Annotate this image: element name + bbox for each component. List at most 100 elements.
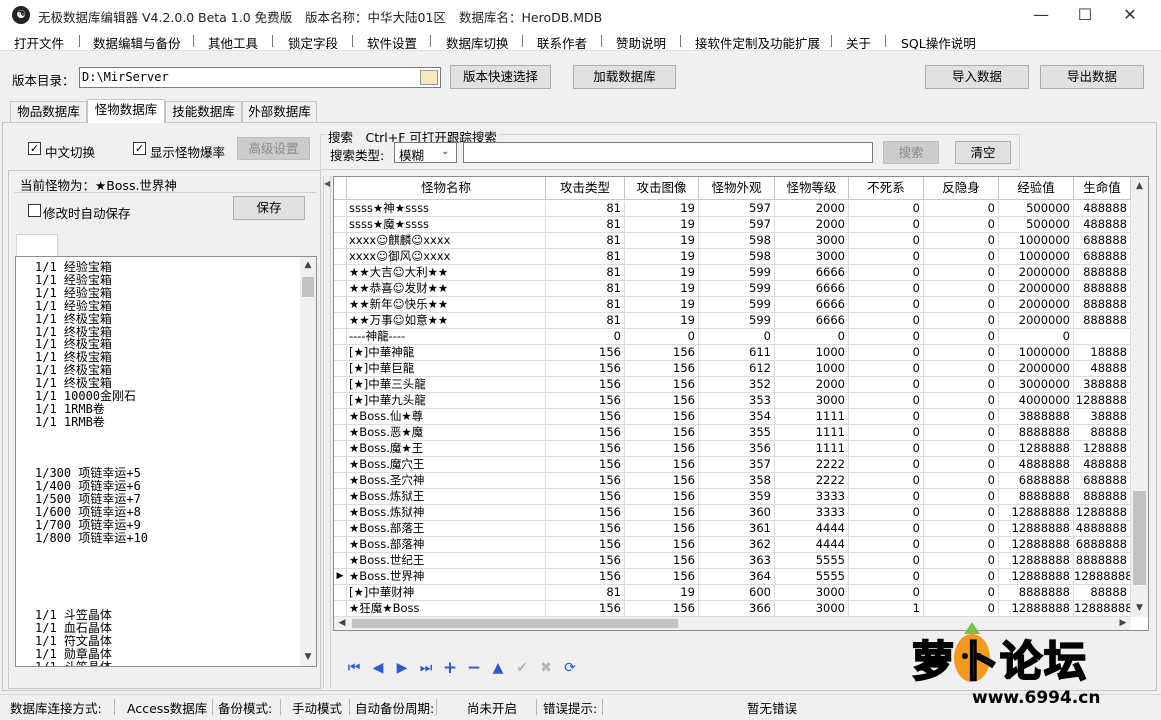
table-row[interactable]: ★Boss.魔穴王 156 156 357 2222 0 0 4888888 488888 [334, 457, 1131, 473]
table-row[interactable]: ★Boss.部落神 156 156 362 4444 0 0 12888888 6888888 [334, 537, 1131, 553]
nav-edit-icon[interactable]: ▲ [489, 660, 507, 678]
table-cell[interactable]: 1000 [775, 345, 849, 361]
table-row[interactable]: xxxx☺麒麟☺xxxx 81 19 598 3000 0 0 1000000 688888 [334, 233, 1131, 249]
table-cell[interactable]: 598 [699, 233, 775, 249]
advanced-settings-button[interactable]: 高级设置 [237, 137, 310, 160]
table-cell[interactable]: 156 [625, 521, 699, 537]
table-cell[interactable]: ★Boss.仙★尊 [347, 409, 546, 425]
menu-sponsor[interactable]: 赞助说明 [616, 33, 666, 52]
table-cell[interactable]: 88888 [1074, 585, 1131, 601]
table-cell[interactable]: 1288888 [1074, 505, 1131, 521]
table-cell[interactable]: 0 [924, 361, 999, 377]
show-drop-rate-checkbox[interactable]: ✓ [133, 142, 146, 155]
menu-lock-fields[interactable]: 锁定字段 [288, 33, 338, 52]
table-cell[interactable]: 6888888 [1074, 537, 1131, 553]
scroll-up-icon[interactable]: ▲ [1131, 179, 1148, 193]
table-cell[interactable]: 156 [625, 489, 699, 505]
table-cell[interactable]: 0 [924, 233, 999, 249]
table-cell[interactable]: [★]中華财神 [347, 585, 546, 601]
table-row[interactable]: ----神龍---- 0 0 0 0 0 0 0 [334, 329, 1131, 345]
table-cell[interactable]: 2000 [775, 377, 849, 393]
table-cell[interactable]: 363 [699, 553, 775, 569]
table-cell[interactable]: 156 [546, 393, 625, 409]
table-row[interactable]: [★]中華神龍 156 156 611 1000 0 0 1000000 18888 [334, 345, 1131, 361]
table-cell[interactable]: 0 [849, 249, 924, 265]
scroll-thumb[interactable] [352, 619, 678, 628]
tab-items[interactable]: 物品数据库 [10, 101, 87, 122]
scroll-down-icon[interactable]: ▼ [300, 650, 316, 664]
table-cell[interactable]: ----神龍---- [347, 329, 546, 345]
table-cell[interactable]: 0 [924, 473, 999, 489]
table-cell[interactable]: 81 [546, 297, 625, 313]
table-cell[interactable]: 2000000 [999, 313, 1074, 329]
tab-external[interactable]: 外部数据库 [242, 101, 317, 122]
table-cell[interactable]: 4444 [775, 521, 849, 537]
table-row[interactable]: [★]中華九头龍 156 156 353 3000 0 0 4000000 1288888 [334, 393, 1131, 409]
table-cell[interactable]: 0 [924, 313, 999, 329]
nav-delete-icon[interactable]: − [465, 660, 483, 678]
table-cell[interactable]: 355 [699, 425, 775, 441]
table-cell[interactable]: 81 [546, 201, 625, 217]
table-cell[interactable]: 0 [924, 393, 999, 409]
row-indicator[interactable] [334, 345, 347, 361]
table-cell[interactable]: 48888 [1074, 361, 1131, 377]
column-header[interactable]: 不死系 [849, 177, 924, 199]
table-cell[interactable]: 1288888 [1074, 393, 1131, 409]
table-cell[interactable]: 0 [849, 233, 924, 249]
table-cell[interactable]: 156 [546, 601, 625, 617]
table-cell[interactable]: 0 [924, 201, 999, 217]
table-cell[interactable]: 81 [546, 217, 625, 233]
scroll-down-icon[interactable]: ▼ [1131, 601, 1148, 615]
table-cell[interactable]: 0 [924, 297, 999, 313]
search-button[interactable]: 搜索 [883, 141, 939, 164]
table-cell[interactable]: 3000 [775, 233, 849, 249]
table-cell[interactable]: 353 [699, 393, 775, 409]
nav-next-icon[interactable]: ▶ [393, 660, 411, 678]
folder-icon[interactable] [420, 70, 438, 85]
table-cell[interactable]: 599 [699, 297, 775, 313]
table-cell[interactable]: 2000000 [999, 265, 1074, 281]
table-cell[interactable]: 500000 [999, 201, 1074, 217]
table-cell[interactable]: 0 [924, 505, 999, 521]
row-indicator[interactable] [334, 457, 347, 473]
table-cell[interactable]: xxxx☺麒麟☺xxxx [347, 233, 546, 249]
table-cell[interactable]: 352 [699, 377, 775, 393]
table-cell[interactable]: 0 [924, 569, 999, 585]
table-cell[interactable]: 1111 [775, 409, 849, 425]
table-cell[interactable]: 8888888 [999, 585, 1074, 601]
table-cell[interactable]: 38888 [1074, 409, 1131, 425]
table-cell[interactable]: ★Boss.魔穴王 [347, 457, 546, 473]
table-cell[interactable]: 4888888 [999, 457, 1074, 473]
table-cell[interactable]: 6666 [775, 265, 849, 281]
table-cell[interactable]: 12888888 [1074, 569, 1131, 585]
table-cell[interactable]: 8888888 [999, 489, 1074, 505]
search-input[interactable] [463, 142, 873, 163]
table-cell[interactable]: 0 [924, 585, 999, 601]
table-cell[interactable]: 612 [699, 361, 775, 377]
row-indicator[interactable] [334, 489, 347, 505]
table-row[interactable]: ★Boss.仙★尊 156 156 354 1111 0 0 3888888 38888 [334, 409, 1131, 425]
table-row[interactable]: ★Boss.炼狱王 156 156 359 3333 0 0 8888888 888888 [334, 489, 1131, 505]
table-cell[interactable]: 156 [546, 537, 625, 553]
table-cell[interactable]: 688888 [1074, 249, 1131, 265]
row-indicator[interactable] [334, 361, 347, 377]
table-cell[interactable]: 366 [699, 601, 775, 617]
table-cell[interactable]: 1111 [775, 425, 849, 441]
table-cell[interactable]: 0 [849, 473, 924, 489]
row-indicator[interactable] [334, 585, 347, 601]
table-cell[interactable]: 156 [546, 425, 625, 441]
table-cell[interactable]: 19 [625, 249, 699, 265]
row-indicator[interactable] [334, 201, 347, 217]
table-cell[interactable]: 488888 [1074, 201, 1131, 217]
table-cell[interactable]: 599 [699, 281, 775, 297]
menu-sql-help[interactable]: SQL操作说明 [901, 33, 976, 52]
table-cell[interactable]: 156 [625, 409, 699, 425]
table-cell[interactable]: ★Boss.世纪王 [347, 553, 546, 569]
table-cell[interactable]: 2222 [775, 473, 849, 489]
quick-select-button[interactable]: 版本快速选择 [450, 65, 551, 89]
table-cell[interactable]: 12888888 [1074, 601, 1131, 617]
table-cell[interactable]: 0 [849, 553, 924, 569]
table-cell[interactable]: 19 [625, 217, 699, 233]
search-type-select[interactable]: 模糊 ⌄ [394, 142, 457, 163]
row-indicator[interactable] [334, 537, 347, 553]
